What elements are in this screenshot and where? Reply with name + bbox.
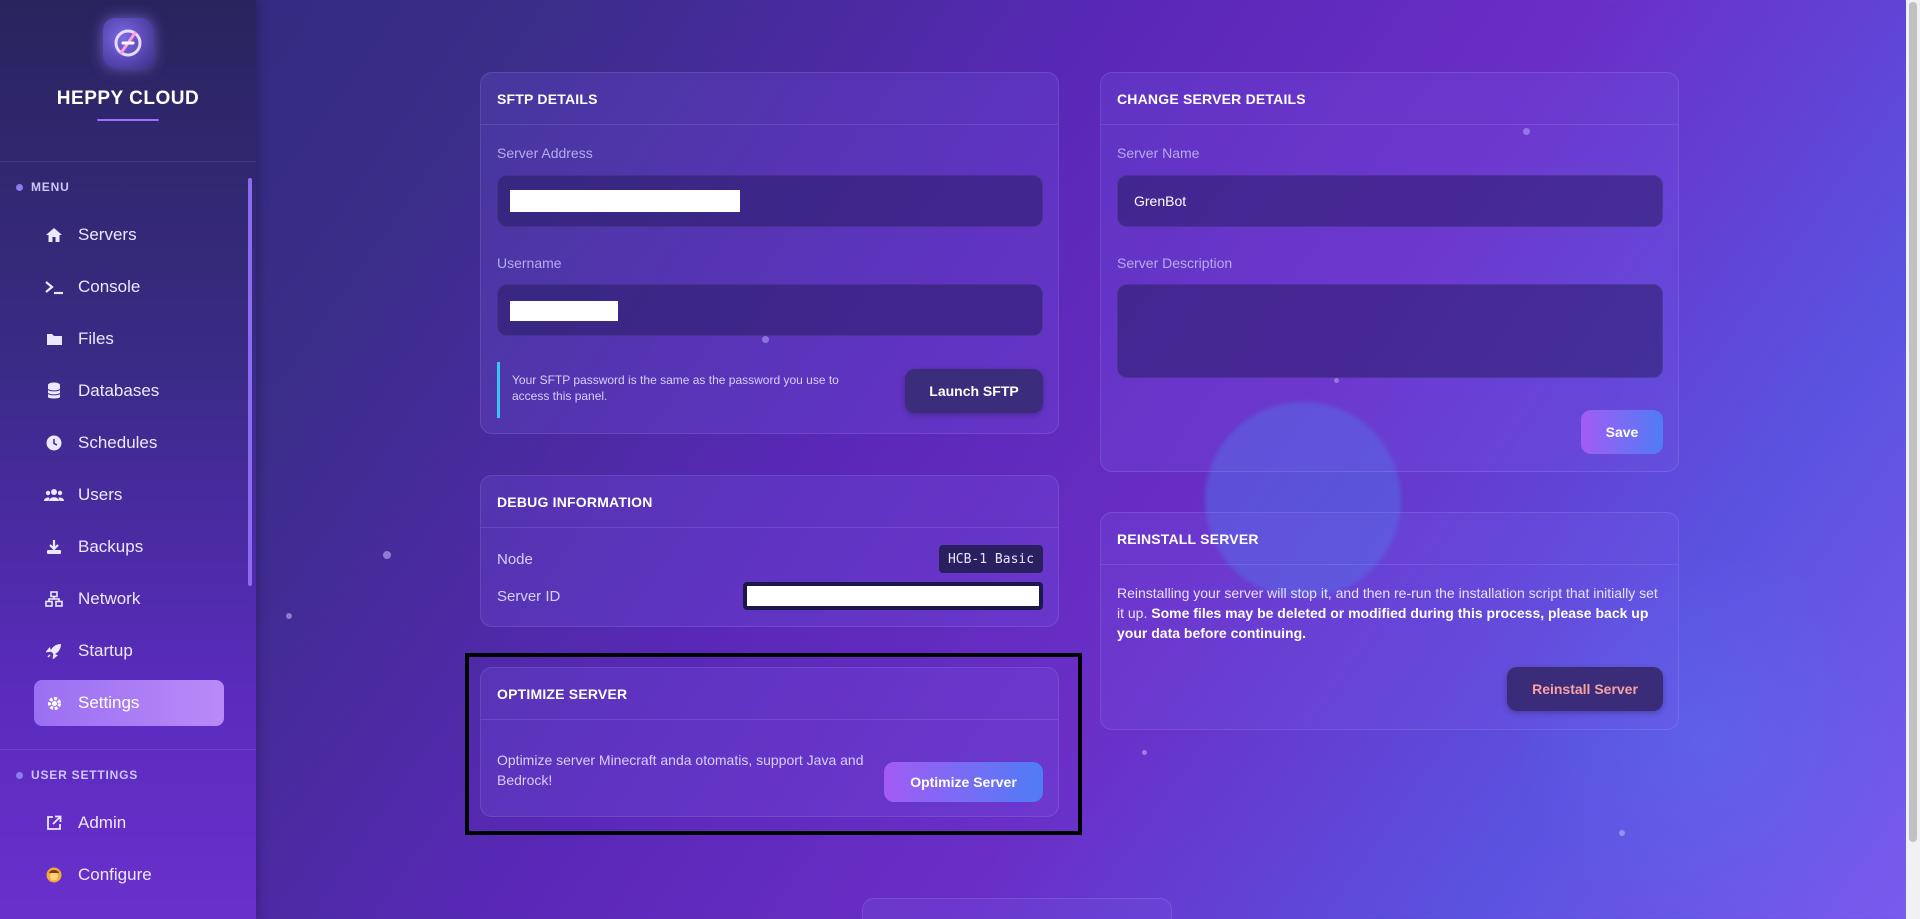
debug-information-card: DEBUG INFORMATION Node HCB-1 Basic Serve…: [480, 475, 1059, 627]
redacted-value: [510, 190, 740, 212]
sidebar-item-label: Backups: [78, 537, 144, 556]
launch-sftp-button[interactable]: Launch SFTP: [905, 369, 1043, 413]
optimize-server-button[interactable]: Optimize Server: [884, 762, 1043, 802]
sidebar-divider: [0, 749, 256, 750]
background-dot: [1619, 830, 1625, 836]
user-avatar-icon: [44, 865, 64, 885]
sidebar-item-label: Admin: [78, 813, 127, 832]
rocket-icon: [44, 641, 64, 661]
sidebar-item-label: Settings: [78, 693, 140, 712]
reinstall-text-bold: Some files may be deleted or modified du…: [1117, 605, 1649, 641]
download-icon: [44, 537, 64, 557]
sidebar-item-label: Users: [78, 485, 123, 504]
user-settings-title: USER SETTINGS: [31, 768, 139, 782]
sftp-password-note: Your SFTP password is the same as the pa…: [497, 362, 867, 418]
sidebar: HEPPY CLOUD MENU Servers Console Files D…: [0, 0, 256, 919]
node-value: HCB-1 Basic: [939, 545, 1043, 573]
redacted-value: [510, 301, 618, 321]
terminal-icon: [44, 277, 64, 297]
sidebar-item-network[interactable]: Network: [34, 576, 224, 622]
sidebar-item-schedules[interactable]: Schedules: [34, 420, 224, 466]
bullet-icon: [16, 771, 23, 779]
sidebar-scrollbar[interactable]: [248, 178, 252, 586]
database-icon: [44, 381, 64, 401]
sidebar-item-admin[interactable]: Admin: [34, 800, 224, 846]
bullet-icon: [16, 183, 23, 191]
reinstall-server-card: REINSTALL SERVER Reinstalling your serve…: [1100, 512, 1679, 730]
sidebar-item-label: Databases: [78, 381, 160, 400]
optimize-server-card: OPTIMIZE SERVER Optimize server Minecraf…: [480, 667, 1059, 817]
home-icon: [44, 225, 64, 245]
network-icon: [44, 589, 64, 609]
card-title: REINSTALL SERVER: [1101, 513, 1678, 565]
sidebar-item-label: Servers: [78, 225, 137, 244]
save-button[interactable]: Save: [1581, 410, 1663, 454]
users-icon: [44, 485, 64, 505]
sidebar-item-label: Console: [78, 277, 141, 296]
sidebar-item-label: Configure: [78, 865, 152, 884]
sidebar-item-console[interactable]: Console: [34, 264, 224, 310]
page-scrollbar[interactable]: [1909, 2, 1917, 842]
optimize-description: Optimize server Minecraft anda otomatis,…: [497, 752, 864, 788]
user-settings-section-title: USER SETTINGS: [16, 768, 138, 782]
folder-icon: [44, 329, 64, 349]
card-title: DEBUG INFORMATION: [481, 476, 1058, 528]
card-title: SFTP DETAILS: [481, 73, 1058, 125]
brand: HEPPY CLOUD: [0, 0, 256, 162]
card-title: CHANGE SERVER DETAILS: [1101, 73, 1678, 125]
logo-icon[interactable]: [103, 18, 153, 68]
gear-icon: [44, 693, 64, 713]
username-field[interactable]: [497, 284, 1043, 336]
sidebar-item-label: Startup: [78, 641, 133, 660]
brand-name: HEPPY CLOUD: [56, 88, 200, 109]
server-description-label: Server Description: [1117, 255, 1233, 271]
server-id-label: Server ID: [497, 588, 561, 605]
clock-icon: [44, 433, 64, 453]
sidebar-item-backups[interactable]: Backups: [34, 524, 224, 570]
server-description-textarea[interactable]: [1117, 284, 1663, 378]
footer-card: [862, 898, 1172, 919]
reinstall-server-button[interactable]: Reinstall Server: [1507, 667, 1663, 711]
server-name-input[interactable]: GrenBot: [1117, 175, 1663, 227]
sidebar-item-users[interactable]: Users: [34, 472, 224, 518]
sidebar-item-servers[interactable]: Servers: [34, 212, 224, 258]
username-label: Username: [497, 255, 562, 271]
sftp-details-card: SFTP DETAILS Server Address Username You…: [480, 72, 1059, 434]
background-dot: [1142, 750, 1147, 755]
server-address-field[interactable]: [497, 175, 1043, 227]
server-name-label: Server Name: [1117, 145, 1200, 161]
card-title: OPTIMIZE SERVER: [481, 668, 1058, 720]
sidebar-item-label: Files: [78, 329, 114, 348]
node-label: Node: [497, 551, 533, 568]
sidebar-item-label: Network: [78, 589, 141, 608]
sidebar-item-label: Schedules: [78, 433, 158, 452]
brand-underline: [97, 119, 159, 121]
menu-section-title: MENU: [16, 180, 70, 194]
server-address-label: Server Address: [497, 145, 593, 161]
sidebar-item-files[interactable]: Files: [34, 316, 224, 362]
sidebar-item-databases[interactable]: Databases: [34, 368, 224, 414]
sftp-password-note-text: Your SFTP password is the same as the pa…: [512, 373, 839, 403]
external-link-icon: [44, 813, 64, 833]
server-id-value: [743, 582, 1043, 610]
background-dot: [286, 613, 292, 619]
background-dot: [383, 551, 391, 559]
sidebar-item-startup[interactable]: Startup: [34, 628, 224, 674]
reinstall-warning-text: Reinstalling your server will stop it, a…: [1117, 583, 1667, 643]
change-server-details-card: CHANGE SERVER DETAILS Server Name GrenBo…: [1100, 72, 1679, 472]
redacted-value: [747, 586, 1039, 606]
menu-title: MENU: [31, 180, 70, 194]
sidebar-item-settings[interactable]: Settings: [34, 680, 224, 726]
sidebar-item-configure[interactable]: Configure: [34, 852, 224, 898]
